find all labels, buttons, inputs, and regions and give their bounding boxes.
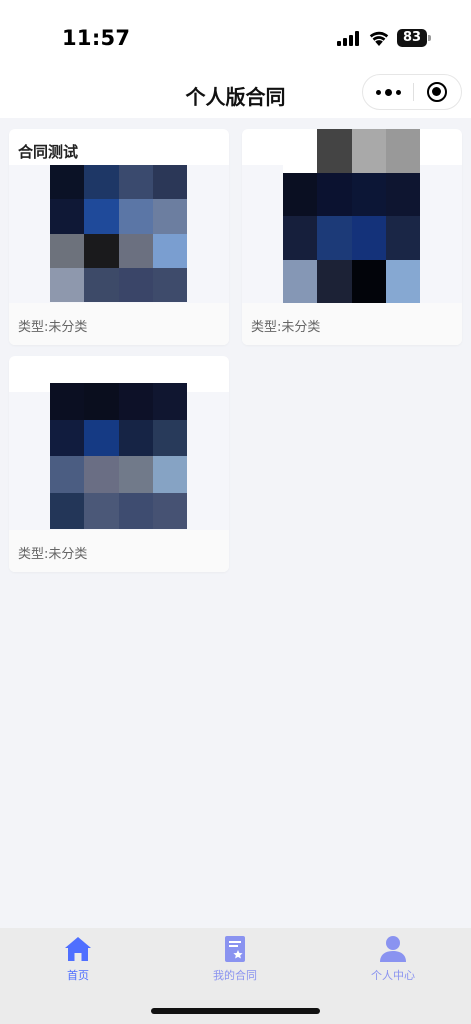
nav-bar: 个人版合同 xyxy=(0,70,471,118)
home-indicator xyxy=(151,1008,320,1014)
thumbnail-pixel xyxy=(152,383,187,420)
thumbnail-pixel xyxy=(118,267,153,302)
thumbnail-pixel xyxy=(118,419,153,456)
thumbnail-pixel xyxy=(152,267,187,302)
thumbnail-pixel xyxy=(351,172,386,216)
tab-profile[interactable]: 个人中心 xyxy=(338,934,448,984)
thumbnail-pixel xyxy=(50,419,85,456)
card-footer: 类型:未分类 xyxy=(9,530,229,572)
contract-document-icon xyxy=(225,936,245,962)
thumbnail-pixel xyxy=(50,165,85,200)
card-footer: 类型:未分类 xyxy=(242,303,462,345)
thumbnail-pixel xyxy=(317,172,352,216)
thumbnail-pixel xyxy=(84,267,119,302)
thumbnail-pixel xyxy=(118,383,153,420)
tab-label: 我的合同 xyxy=(213,969,257,982)
thumbnail-pixel xyxy=(84,383,119,420)
wifi-icon xyxy=(369,31,389,46)
thumbnail-pixel xyxy=(118,199,153,234)
home-icon xyxy=(65,937,91,961)
thumbnail-pixel xyxy=(84,492,119,529)
thumbnail-pixel xyxy=(283,172,318,216)
card-footer: 类型:未分类 xyxy=(9,303,229,345)
user-icon xyxy=(380,936,406,962)
thumbnail-pixel xyxy=(50,267,85,302)
contract-type: 类型:未分类 xyxy=(18,320,88,335)
close-target-icon[interactable] xyxy=(427,82,447,102)
thumbnail-pixel xyxy=(283,129,318,173)
battery-level: 83 xyxy=(402,30,422,45)
thumbnail-pixel xyxy=(317,259,352,303)
status-time: 11:57 xyxy=(62,26,131,50)
thumbnail-pixel xyxy=(50,492,85,529)
thumbnail-pixel xyxy=(283,259,318,303)
thumbnail-pixel xyxy=(50,383,85,420)
thumbnail-pixel xyxy=(84,233,119,268)
contract-thumbnail xyxy=(50,383,187,529)
thumbnail-pixel xyxy=(118,165,153,200)
battery-tip xyxy=(428,35,431,41)
contract-thumbnail xyxy=(283,129,420,303)
tab-label: 首页 xyxy=(67,969,89,982)
tab-label: 个人中心 xyxy=(371,969,415,982)
tab-home[interactable]: 首页 xyxy=(23,934,133,984)
thumbnail-pixel xyxy=(283,216,318,260)
contract-title: 合同测试 xyxy=(18,143,79,161)
contract-card[interactable]: 类型:未分类 xyxy=(242,129,462,345)
thumbnail-pixel xyxy=(351,129,386,173)
signal-icon xyxy=(337,31,359,46)
thumbnail-pixel xyxy=(152,233,187,268)
thumbnail-pixel xyxy=(317,129,352,173)
thumbnail-pixel xyxy=(84,199,119,234)
contract-thumbnail xyxy=(50,165,187,302)
battery-icon: 83 xyxy=(397,29,431,47)
tab-my-contracts[interactable]: 我的合同 xyxy=(180,934,290,984)
thumbnail-pixel xyxy=(118,456,153,493)
thumbnail-pixel xyxy=(50,456,85,493)
thumbnail-pixel xyxy=(50,233,85,268)
thumbnail-pixel xyxy=(152,165,187,200)
contract-type: 类型:未分类 xyxy=(18,547,88,562)
more-icon[interactable] xyxy=(363,75,413,109)
status-bar: 11:57 83 xyxy=(0,0,471,70)
thumbnail-pixel xyxy=(118,233,153,268)
thumbnail-pixel xyxy=(152,492,187,529)
thumbnail-pixel xyxy=(118,492,153,529)
thumbnail-pixel xyxy=(385,259,420,303)
thumbnail-pixel xyxy=(84,419,119,456)
thumbnail-pixel xyxy=(351,216,386,260)
thumbnail-pixel xyxy=(152,199,187,234)
thumbnail-pixel xyxy=(351,259,386,303)
thumbnail-pixel xyxy=(84,456,119,493)
capsule-divider xyxy=(413,83,414,101)
thumbnail-pixel xyxy=(385,216,420,260)
screen: 11:57 83 个人版合同 合同测试 类型:未分类 类型:未分类 类型:未分类… xyxy=(0,0,471,1024)
contract-card[interactable]: 合同测试 类型:未分类 xyxy=(9,129,229,345)
thumbnail-pixel xyxy=(152,456,187,493)
thumbnail-pixel xyxy=(317,216,352,260)
contract-type: 类型:未分类 xyxy=(251,320,321,335)
thumbnail-pixel xyxy=(84,165,119,200)
thumbnail-pixel xyxy=(385,172,420,216)
thumbnail-pixel xyxy=(50,199,85,234)
mini-program-capsule xyxy=(362,74,462,110)
thumbnail-pixel xyxy=(385,129,420,173)
contract-card[interactable]: 类型:未分类 xyxy=(9,356,229,572)
thumbnail-pixel xyxy=(152,419,187,456)
